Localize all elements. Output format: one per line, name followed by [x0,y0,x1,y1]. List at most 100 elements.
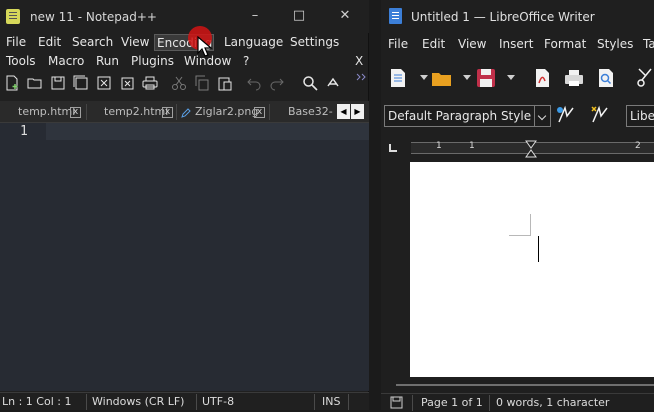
npp-statusbar: Ln : 1 Col : 1 Windows (CR LF) UTF-8 INS [0,392,369,410]
new-document-icon[interactable] [387,67,409,89]
paste-icon[interactable] [217,75,233,91]
maximize-icon[interactable]: □ [291,8,307,24]
replace-icon[interactable] [325,75,341,91]
print-icon[interactable] [142,75,158,91]
notepad-icon [6,9,20,24]
ruler-tick: 1 [436,141,442,151]
tab-label: Base32-e [288,105,333,118]
copy-icon[interactable] [194,75,210,91]
text-caret [538,236,539,262]
font-name-value: Liber [630,109,654,123]
tab-scroll-left-icon[interactable]: ◀ [337,104,350,119]
document-area [381,160,654,385]
horizontal-ruler[interactable]: 1 1 2 [381,138,654,158]
close-file-icon[interactable] [96,75,112,91]
menu-file[interactable]: File [4,34,28,51]
npp-menubar: File Edit Search View Encoding Language … [0,33,369,52]
find-icon[interactable] [302,75,318,91]
pencil-icon [180,106,192,118]
lo-window-title: Untitled 1 — LibreOffice Writer [411,10,595,24]
horizontal-scrollbar[interactable] [396,384,654,386]
save-all-icon[interactable] [73,75,89,91]
line-number: 1 [20,124,28,139]
lo-menubar: File Edit View Insert Format Styles Ta [381,35,654,55]
status-cursor-position: Ln : 1 Col : 1 [2,395,72,408]
open-icon[interactable] [431,67,453,89]
menu-tools[interactable]: Tools [4,53,38,70]
export-pdf-icon[interactable] [531,67,553,89]
status-insert-mode: INS [322,395,341,408]
new-file-icon[interactable] [4,75,20,91]
close-icon[interactable]: ✕ [337,8,353,24]
document-icon [390,396,403,409]
menu-view[interactable]: View [119,34,151,51]
tab-close-icon[interactable]: x [70,107,81,118]
tab-label: temp.html [18,105,76,118]
tab-stop-icon[interactable] [389,144,397,152]
menu-search[interactable]: Search [70,34,115,51]
close-all-icon[interactable] [119,75,135,91]
paragraph-style-select[interactable]: Default Paragraph Style [384,105,551,127]
menu-plugins[interactable]: Plugins [129,53,176,70]
npp-toolbar [0,71,369,97]
lo-save-icon[interactable] [475,67,497,89]
margin-corner-marker [509,214,531,236]
lo-menu-table[interactable]: Ta [641,36,654,53]
tab-base32[interactable]: Base32-e [270,102,334,122]
lo-menu-file[interactable]: File [386,36,410,53]
menu-settings[interactable]: Settings [288,34,341,51]
lo-cut-icon[interactable] [635,67,654,89]
notepadpp-window: new 11 - Notepad++ – □ ✕ File Edit Searc… [0,0,369,410]
update-style-icon[interactable] [555,104,577,126]
document-page[interactable] [410,162,654,377]
mouse-cursor-icon [197,35,215,58]
save-icon[interactable] [50,75,66,91]
ruler-tick: 1 [469,141,475,151]
lo-menu-format[interactable]: Format [542,36,588,53]
toolbar-overflow-icon[interactable] [354,71,370,87]
status-word-count: 0 words, 1 character [496,396,610,409]
lo-menu-edit[interactable]: Edit [420,36,447,53]
tab-temp2-html[interactable]: temp2.html x [86,102,176,122]
minimize-icon[interactable]: – [247,8,263,24]
lo-print-icon[interactable] [563,67,585,89]
menu-run[interactable]: Run [94,53,121,70]
lo-formatting-bar: Default Paragraph Style Liber [381,100,654,134]
tab-temp-html[interactable]: temp.html x [0,102,86,122]
libreoffice-writer-window: Untitled 1 — LibreOffice Writer File Edi… [381,0,654,411]
tab-label: temp2.html [104,105,169,118]
tab-scroll-right-icon[interactable]: ▶ [351,104,364,119]
tab-close-icon[interactable]: x [254,107,265,118]
ruler-indent-marker[interactable] [525,140,537,161]
cut-icon[interactable] [171,75,187,91]
print-preview-icon[interactable] [595,67,617,89]
menu-help[interactable]: ? [241,53,251,70]
status-eol[interactable]: Windows (CR LF) [92,395,184,408]
menu-edit[interactable]: Edit [36,34,63,51]
lo-menu-view[interactable]: View [456,36,488,53]
npp-titlebar[interactable]: new 11 - Notepad++ – □ ✕ [0,0,369,33]
npp-menubar-row2: Tools Macro Run Plugins Window ? X [0,52,369,71]
new-style-icon[interactable] [589,104,611,126]
npp-window-title: new 11 - Notepad++ [30,10,157,24]
menu-language[interactable]: Language [222,34,285,51]
tab-ziglar2-png[interactable]: Ziglar2.png x [177,102,268,122]
open-folder-icon[interactable] [27,75,43,91]
chevron-down-icon[interactable] [534,106,550,126]
lo-statusbar: Page 1 of 1 0 words, 1 character [381,393,654,411]
lo-titlebar[interactable]: Untitled 1 — LibreOffice Writer [381,0,654,34]
tab-close-icon[interactable]: x [162,107,173,118]
menu-macro[interactable]: Macro [46,53,86,70]
tab-label: Ziglar2.png [195,105,259,118]
npp-editor[interactable]: 1 [0,123,369,391]
redo-icon[interactable] [269,75,285,91]
paragraph-style-value: Default Paragraph Style [388,109,532,123]
line-number-gutter: 1 [0,123,44,391]
undo-icon[interactable] [246,75,262,91]
font-name-select[interactable]: Liber [626,105,654,127]
lo-menu-insert[interactable]: Insert [497,36,535,53]
status-page: Page 1 of 1 [421,396,483,409]
menu-close-doc[interactable]: X [353,53,365,70]
lo-menu-styles[interactable]: Styles [595,36,635,53]
npp-tab-bar: temp.html x temp2.html x Ziglar2.png x B… [0,101,369,123]
